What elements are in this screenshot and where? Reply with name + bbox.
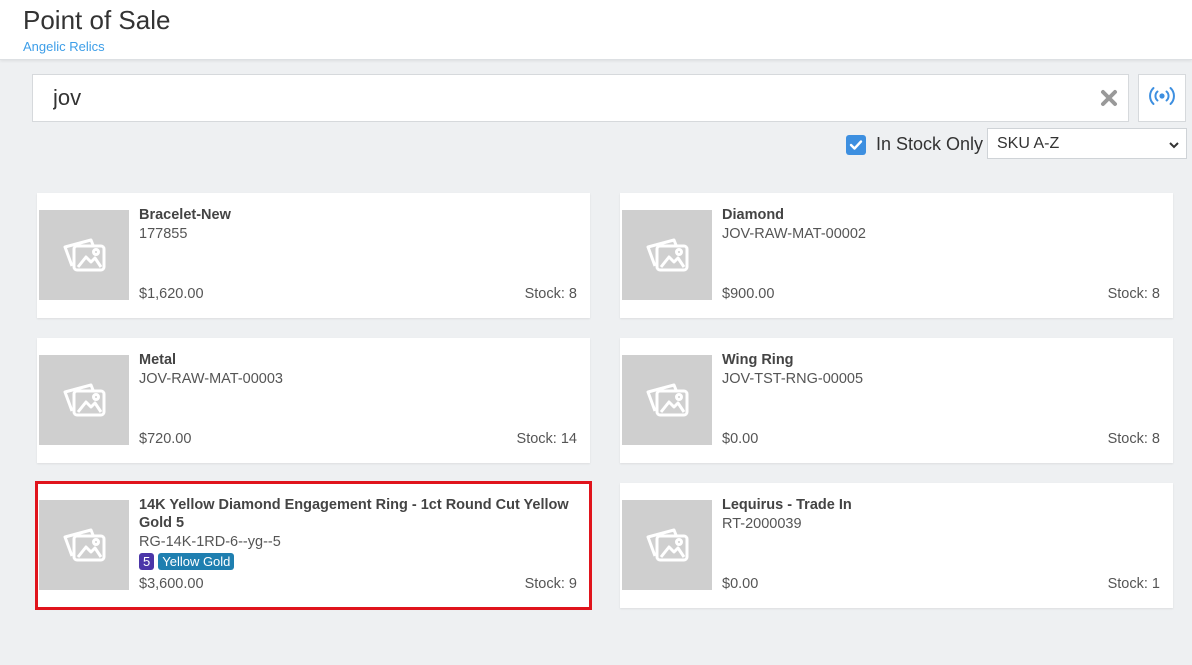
product-sku: JOV-RAW-MAT-00003 (139, 371, 283, 387)
product-stock: Stock: 14 (516, 431, 577, 447)
image-placeholder-icon (622, 500, 712, 590)
variant-badges: 5 Yellow Gold (139, 553, 235, 570)
product-card[interactable]: Metal JOV-RAW-MAT-00003 $720.00 Stock: 1… (37, 338, 590, 463)
product-name: Diamond (722, 207, 785, 223)
clear-search-icon[interactable] (1100, 89, 1118, 107)
chevron-down-icon (1168, 138, 1180, 156)
rfid-broadcast-icon (1148, 86, 1176, 111)
product-stock: Stock: 9 (524, 576, 577, 592)
store-name[interactable]: Angelic Relics (23, 39, 105, 54)
product-sku: JOV-TST-RNG-00005 (722, 371, 864, 387)
image-placeholder-icon (39, 500, 129, 590)
product-name: 14K Yellow Diamond Engagement Ring - 1ct… (139, 497, 569, 531)
product-price: $3,600.00 (139, 576, 204, 592)
product-card[interactable]: Wing Ring JOV-TST-RNG-00005 $0.00 Stock:… (620, 338, 1173, 463)
product-sku: RT-2000039 (722, 516, 802, 532)
product-name: Wing Ring (722, 352, 794, 368)
page-title: Point of Sale (23, 5, 171, 35)
product-card-selected[interactable]: 14K Yellow Diamond Engagement Ring - 1ct… (35, 481, 592, 610)
header: Point of Sale Angelic Relics (0, 0, 1192, 60)
product-card[interactable]: Bracelet-New 177855 $1,620.00 Stock: 8 (37, 193, 590, 318)
product-price: $720.00 (139, 431, 192, 447)
product-sku: 177855 (139, 226, 188, 242)
product-price: $0.00 (722, 576, 759, 592)
image-placeholder-icon (39, 210, 129, 300)
product-name: Lequirus - Trade In (722, 497, 852, 513)
product-sku: RG-14K-1RD-6--yg--5 (139, 534, 281, 550)
product-card[interactable]: Diamond JOV-RAW-MAT-00002 $900.00 Stock:… (620, 193, 1173, 318)
sort-select[interactable]: SKU A-Z (987, 128, 1187, 159)
rfid-scan-button[interactable] (1138, 74, 1186, 122)
product-stock: Stock: 1 (1107, 576, 1160, 592)
search-box (32, 74, 1129, 122)
product-price: $900.00 (722, 286, 775, 302)
in-stock-label[interactable]: In Stock Only (876, 134, 983, 155)
image-placeholder-icon (622, 355, 712, 445)
product-price: $0.00 (722, 431, 759, 447)
product-price: $1,620.00 (139, 286, 204, 302)
product-stock: Stock: 8 (1107, 431, 1160, 447)
metal-badge: Yellow Gold (158, 553, 235, 570)
in-stock-checkbox[interactable] (846, 135, 866, 155)
product-stock: Stock: 8 (524, 286, 577, 302)
product-sku: JOV-RAW-MAT-00002 (722, 226, 866, 242)
product-name: Bracelet-New (139, 207, 231, 223)
search-input[interactable] (33, 75, 1093, 121)
image-placeholder-icon (39, 355, 129, 445)
image-placeholder-icon (622, 210, 712, 300)
product-name: Metal (139, 352, 177, 368)
size-badge: 5 (139, 553, 155, 570)
product-stock: Stock: 8 (1107, 286, 1160, 302)
sort-value: SKU A-Z (997, 134, 1060, 152)
product-card[interactable]: Lequirus - Trade In RT-2000039 $0.00 Sto… (620, 483, 1173, 608)
